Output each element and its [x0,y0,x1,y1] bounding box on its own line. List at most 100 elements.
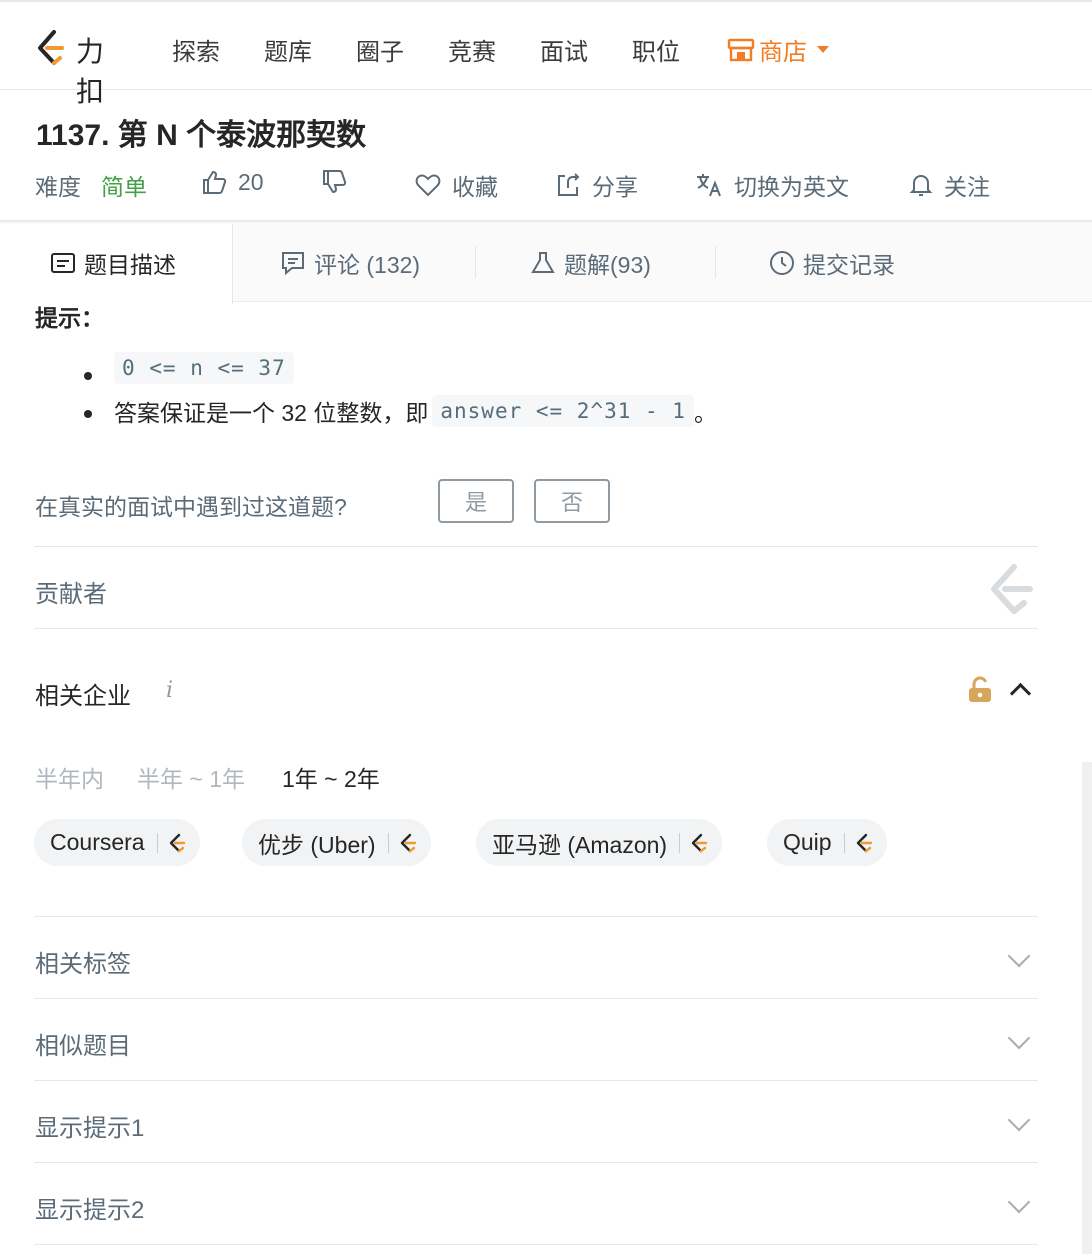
contributor-avatar-icon[interactable] [986,563,1036,615]
period-half-year[interactable]: 半年内 [35,760,104,794]
no-button[interactable]: 否 [534,479,610,523]
guarantee-text: 答案保证是一个 32 位整数，即 [114,400,429,426]
company-chip-quip[interactable]: Quip [767,819,887,866]
company-name: 亚马逊 (Amazon) [492,831,668,858]
tab-solutions-label: 题解(93) [564,252,651,278]
unlock-icon[interactable] [966,676,994,704]
like-count: 20 [238,168,264,195]
related-companies-title: 相关企业 [35,683,131,710]
dislike-button[interactable] [320,168,348,196]
constraint-item: 0 <= n <= 37 [114,352,294,384]
flask-icon [531,252,555,273]
company-name: Quip [783,829,832,855]
period-one-to-two-years[interactable]: 1年 ~ 2年 [282,760,380,794]
description-icon [51,253,75,273]
guarantee-suffix: 。 [693,400,717,426]
period-half-to-one-year[interactable]: 半年 ~ 1年 [137,760,245,794]
tab-comments-label: 评论 (132) [314,252,421,278]
store-label: 商店 [759,39,807,66]
constraint-code: 0 <= n <= 37 [114,352,294,384]
tab-separator [475,246,476,278]
tab-separator [715,246,716,278]
follow-label: 关注 [944,174,990,200]
related-tags-toggle[interactable]: 相关标签 [35,944,131,979]
share-label: 分享 [592,174,638,200]
company-chip-coursera[interactable]: Coursera [34,819,200,866]
info-icon[interactable]: i [166,678,173,703]
nav-problems[interactable]: 题库 [264,32,312,67]
yes-button[interactable]: 是 [438,479,514,523]
translate-icon [697,174,721,197]
company-chip-amazon[interactable]: 亚马逊 (Amazon) [476,819,723,866]
nav-explore[interactable]: 探索 [172,32,220,67]
similar-problems-toggle[interactable]: 相似题目 [35,1026,131,1061]
tab-submissions[interactable]: 提交记录 [769,246,895,280]
difficulty: 难度 简单 [35,168,147,202]
chevron-up-icon[interactable] [1009,682,1032,705]
follow-button[interactable]: 关注 [908,168,990,202]
tab-submissions-label: 提交记录 [803,252,895,278]
chevron-down-icon[interactable] [1007,944,1031,968]
thumbs-down-icon [323,170,347,194]
problem-title: 1137. 第 N 个泰波那契数 [36,119,367,152]
top-navbar: 力扣 探索 题库 圈子 竞赛 面试 职位 商店 [0,0,1092,107]
bullet-dot [84,410,92,418]
leetcode-logo[interactable]: 力扣 [34,28,134,107]
thumbs-up-icon [203,170,227,194]
company-chip-uber[interactable]: 优步 (Uber) [242,819,431,866]
chip-separator [156,832,158,853]
show-hint-2-toggle[interactable]: 显示提示2 [35,1190,144,1225]
company-name: Coursera [50,829,145,855]
nav-interview[interactable]: 面试 [540,32,588,67]
difficulty-label: 难度 [35,174,81,200]
heart-icon [415,174,441,197]
leetcode-logo-icon [691,833,708,852]
leetcode-logo-icon [169,833,185,852]
chip-separator [843,832,845,853]
bell-icon [909,174,933,196]
share-icon [558,173,580,196]
nav-contest[interactable]: 竞赛 [448,32,496,67]
chevron-down-icon[interactable] [1007,1026,1031,1050]
divider [34,1080,1038,1081]
share-button[interactable]: 分享 [554,168,638,202]
divider [34,1244,1038,1245]
contributors-label: 贡献者 [35,581,107,608]
divider [34,998,1038,999]
tab-description[interactable]: 题目描述 [50,246,176,280]
like-button[interactable]: 20 [200,168,264,196]
company-name: 优步 (Uber) [258,831,376,858]
show-hint-1-toggle[interactable]: 显示提示1 [35,1108,144,1143]
nav-circle[interactable]: 圈子 [356,32,404,67]
divider [34,546,1038,547]
nav-jobs[interactable]: 职位 [632,32,680,67]
difficulty-value: 简单 [101,174,147,200]
chip-separator [679,832,681,853]
divider [34,1162,1038,1163]
guarantee-item: 答案保证是一个 32 位整数，即 answer <= 2^31 - 1 。 [114,394,717,428]
chevron-down-icon[interactable] [1007,1190,1031,1214]
leetcode-logo-icon [400,833,416,852]
leetcode-logo-icon [38,30,64,65]
comment-icon [282,252,304,276]
clock-icon [770,251,794,275]
tab-description-label: 题目描述 [84,252,176,278]
store-icon [727,38,755,61]
favorite-button[interactable]: 收藏 [414,168,498,202]
chevron-down-icon[interactable] [1007,1108,1031,1132]
switch-language-label: 切换为英文 [734,174,849,200]
hint-heading: 提示： [35,305,104,331]
favorite-label: 收藏 [452,174,498,200]
interview-question: 在真实的面试中遇到过这道题? [35,494,347,520]
chip-separator [387,832,389,853]
divider [34,628,1038,629]
scrollbar-track[interactable] [1082,762,1092,1254]
logo-text: 力扣 [76,36,107,107]
chevron-down-icon [817,46,829,53]
guarantee-code: answer <= 2^31 - 1 [432,395,694,427]
bullet-dot [84,372,92,380]
nav-store[interactable]: 商店 [727,32,829,67]
tab-solutions[interactable]: 题解(93) [530,246,651,280]
switch-language-button[interactable]: 切换为英文 [694,168,849,202]
tab-comments[interactable]: 评论 (132) [280,246,420,280]
